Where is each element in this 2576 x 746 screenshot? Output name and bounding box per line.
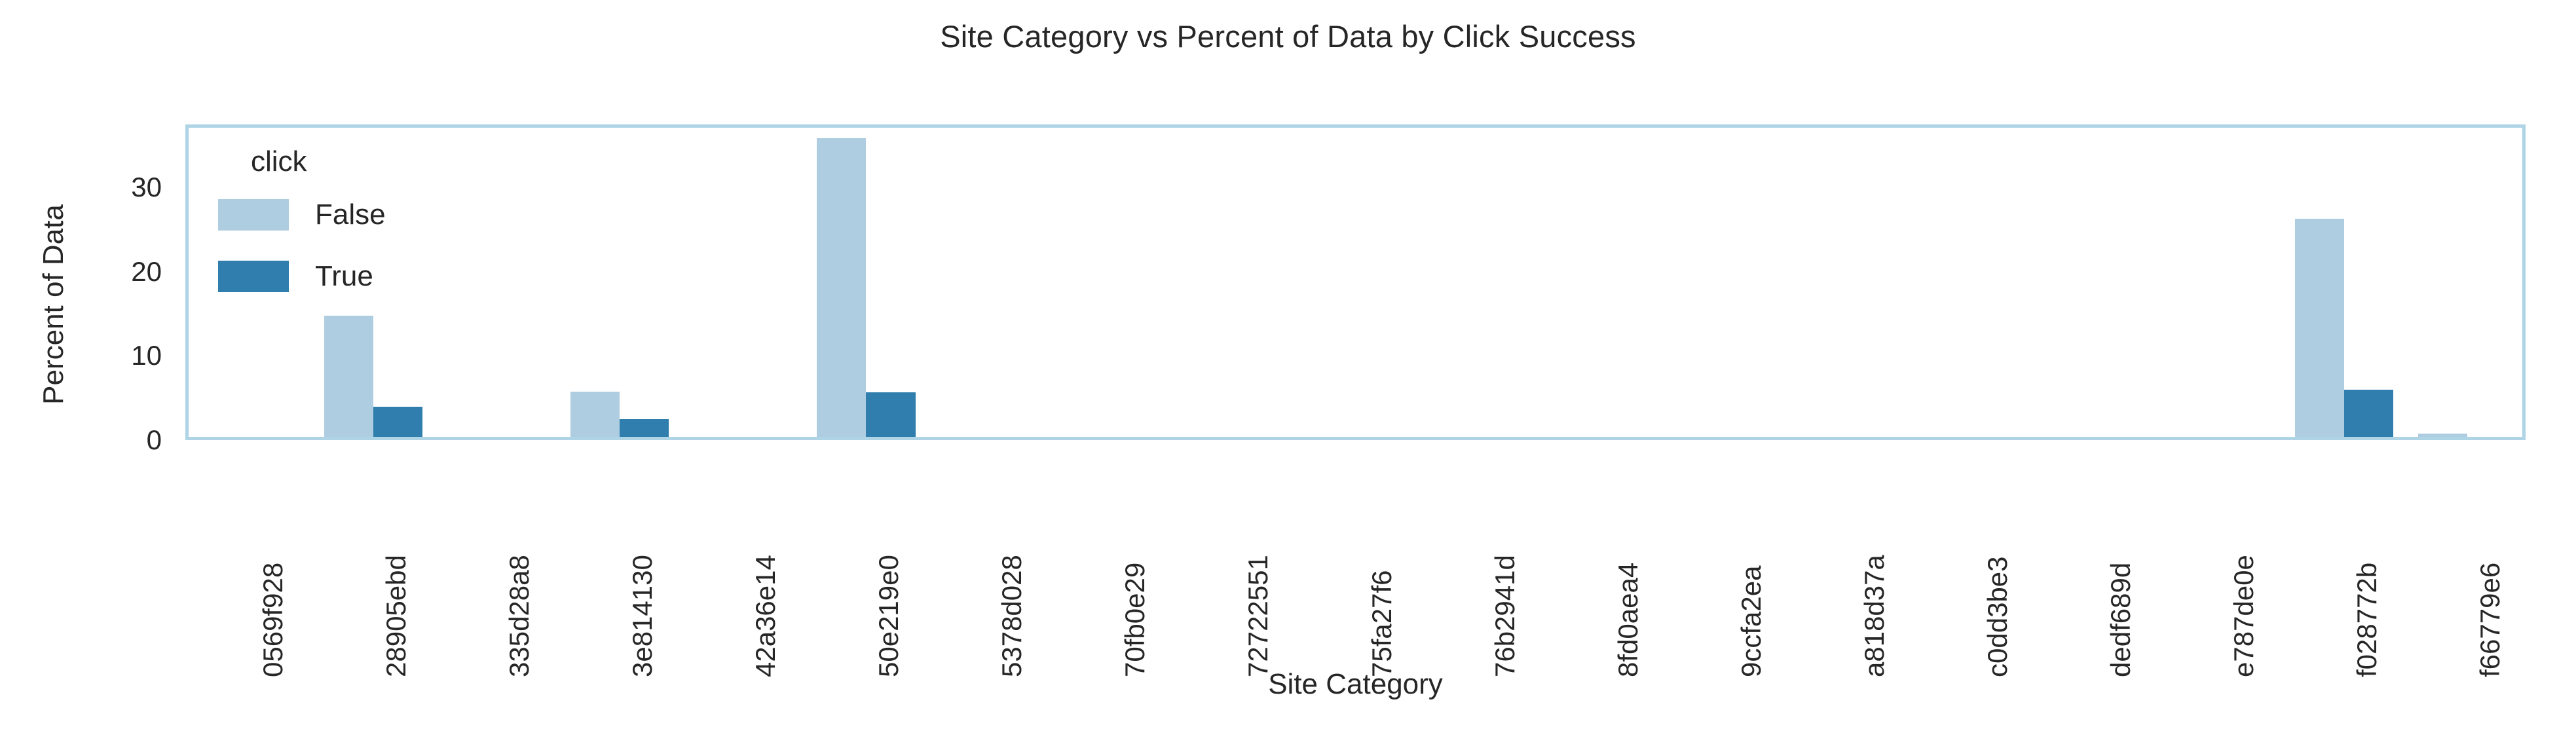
x-tick-label: a818d37a: [1858, 555, 1890, 677]
y-tick-label: 30: [131, 172, 162, 203]
legend-swatch-false-icon: [218, 199, 289, 231]
x-tick-label: f028772b: [2351, 562, 2382, 677]
x-tick-label: 5378d028: [996, 555, 1028, 677]
x-tick-label: 50e219e0: [873, 555, 905, 677]
x-axis-ticks: 0569f928 28905ebd 335d28a8 3e814130 42a36e14…: [185, 440, 2526, 677]
y-axis-ticks: 0 10 20 30: [0, 0, 174, 746]
x-tick-label: 70fb0e29: [1119, 562, 1151, 677]
bar-28905ebd-false: [324, 315, 374, 437]
y-tick-label: 20: [131, 255, 162, 287]
x-tick-label: f66779e6: [2474, 562, 2505, 677]
x-tick-label: 9ccfa2ea: [1735, 565, 1766, 677]
x-tick-label: 28905ebd: [381, 555, 412, 677]
x-tick-label: 42a36e14: [750, 555, 781, 677]
x-tick-label: e787de0e: [2228, 555, 2259, 677]
legend-label: True: [315, 260, 373, 292]
x-tick-label: c0dd3be3: [1981, 556, 2013, 677]
x-tick-label: 76b2941d: [1489, 555, 1520, 677]
plot-area: [189, 128, 2522, 437]
x-tick-label: 75fa27f6: [1366, 570, 1397, 678]
x-tick-label: dedf689d: [2104, 562, 2136, 677]
bar-f028772b-false: [2294, 219, 2344, 437]
x-axis-label: Site Category: [1268, 668, 1443, 700]
y-tick-label: 0: [146, 424, 162, 455]
bar-50e219e0-true: [866, 392, 916, 437]
bar-3e814130-true: [620, 419, 669, 437]
bar-f66779e6-false: [2417, 433, 2467, 437]
legend-swatch-true-icon: [218, 261, 289, 292]
plot-frame: [185, 124, 2526, 440]
x-tick-label: 3e814130: [627, 555, 658, 677]
chart-title: Site Category vs Percent of Data by Clic…: [940, 19, 1636, 54]
legend-title: click: [251, 145, 307, 177]
x-tick-label: 72722551: [1242, 555, 1274, 677]
bar-3e814130-false: [570, 391, 620, 437]
x-tick-label: 8fd0aea4: [1612, 562, 1643, 677]
bar-28905ebd-true: [373, 406, 423, 437]
bar-50e219e0-false: [817, 138, 867, 437]
x-tick-label: 0569f928: [257, 562, 289, 677]
bar-f028772b-true: [2343, 390, 2394, 437]
y-tick-label: 10: [131, 340, 162, 371]
legend-label: False: [315, 198, 386, 231]
chart-figure: Site Category vs Percent of Data by Clic…: [0, 0, 2576, 746]
x-tick-label: 335d28a8: [504, 555, 535, 677]
